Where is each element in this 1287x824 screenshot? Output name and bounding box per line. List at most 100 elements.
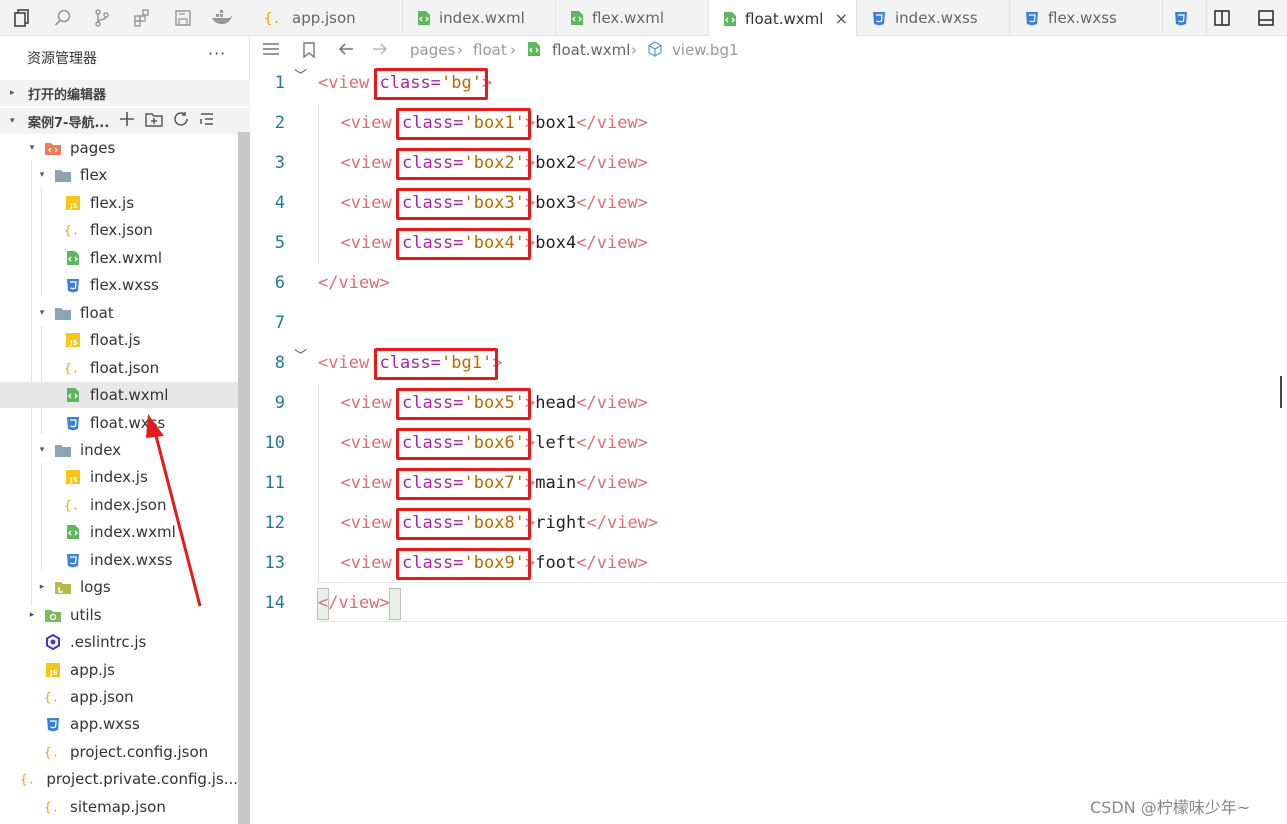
code-line[interactable]: 1 ﹀ <view class='bg' > xyxy=(251,64,1287,104)
tree-item[interactable]: {..} float.json xyxy=(0,355,238,381)
code-token-txt: box1 xyxy=(535,113,577,133)
svg-text:{..}: {..} xyxy=(64,223,82,238)
breadcrumb-item-float[interactable]: float xyxy=(473,41,507,59)
code-token-tag: <view xyxy=(318,353,370,373)
tree-item-label: logs xyxy=(80,578,111,597)
tree-item[interactable]: {..} sitemap.json xyxy=(0,794,238,820)
explorer-title: 资源管理器 xyxy=(27,51,97,67)
code-line[interactable]: 6 </view> xyxy=(251,264,1287,304)
back-arrow-icon[interactable] xyxy=(337,41,355,57)
json-icon: {..} xyxy=(264,10,284,26)
project-section[interactable]: ▾ 案例7-导航... xyxy=(0,108,250,134)
tab-overflow[interactable] xyxy=(1163,0,1207,36)
open-editors-section[interactable]: ▸ 打开的编辑器 xyxy=(0,80,250,106)
tree-scrollbar[interactable] xyxy=(238,132,250,824)
svg-text:{..}: {..} xyxy=(44,690,62,705)
line-number: 5 xyxy=(274,233,285,253)
line-number: 2 xyxy=(274,113,285,133)
code-token-tag: </view> xyxy=(576,153,648,173)
chevron-down-icon: ▾ xyxy=(39,170,45,181)
code-line[interactable]: 5 <view class='box4' > box4 </view> xyxy=(251,224,1287,264)
tree-item[interactable]: {..} flex.json xyxy=(0,217,238,243)
extensions-icon[interactable] xyxy=(128,4,156,32)
code-line[interactable]: 4 <view class='box3' > box3 </view> xyxy=(251,184,1287,224)
tree-item[interactable]: float.wxml xyxy=(0,382,238,409)
close-tab-icon[interactable]: × xyxy=(835,9,848,28)
code-line[interactable]: 3 <view class='box2' > box2 </view> xyxy=(251,144,1287,184)
code-line[interactable]: 8 ﹀ <view class='bg1' > xyxy=(251,344,1287,384)
new-folder-icon[interactable] xyxy=(144,110,164,132)
new-file-icon[interactable] xyxy=(118,110,136,132)
explorer-icon[interactable] xyxy=(8,4,36,32)
collapse-all-icon[interactable] xyxy=(198,110,216,132)
tree-item[interactable]: JS float.js xyxy=(0,327,238,353)
code-token-tag: </view> xyxy=(576,473,648,493)
fold-chevron-icon[interactable]: ﹀ xyxy=(294,65,307,84)
breadcrumb-item-file[interactable]: float.wxml xyxy=(552,41,630,59)
refresh-icon[interactable] xyxy=(172,110,190,132)
code-line[interactable]: 9 <view class='box5' > head </view> xyxy=(251,384,1287,424)
tree-item[interactable]: JS app.js xyxy=(0,657,238,683)
code-line[interactable]: 10 <view class='box6' > left </view> xyxy=(251,424,1287,464)
tab-app-json[interactable]: {..} app.json xyxy=(250,0,403,36)
code-token-tag: <view xyxy=(340,113,392,133)
tree-item[interactable]: .eslintrc.js xyxy=(0,629,238,655)
tab-index-wxss[interactable]: index.wxss xyxy=(857,0,1010,36)
more-actions-icon[interactable]: ··· xyxy=(208,44,226,63)
tree-item[interactable]: JS flex.js xyxy=(0,190,238,216)
json-icon: {..} xyxy=(64,221,82,239)
tree-item[interactable]: flex.wxml xyxy=(0,245,238,271)
code-line[interactable]: 12 <view class='box8' > right </view> xyxy=(251,504,1287,544)
tree-item[interactable]: ▾ flex xyxy=(0,162,238,188)
wxss-icon xyxy=(64,551,82,569)
split-editor-icon[interactable] xyxy=(1208,4,1236,32)
tab-index-wxml[interactable]: index.wxml xyxy=(403,0,556,36)
breadcrumb-item-symbol[interactable]: view.bg1 xyxy=(672,41,739,59)
code-line[interactable]: 11 <view class='box7' > main </view> xyxy=(251,464,1287,504)
js-icon: JS xyxy=(64,194,82,212)
code-line[interactable]: 7 xyxy=(251,304,1287,344)
code-line[interactable]: 14 </view> xyxy=(251,584,1287,624)
layout-icon[interactable] xyxy=(1252,4,1280,32)
code-token-tag: </view> xyxy=(586,513,659,533)
annotation-highlight-box xyxy=(396,108,531,140)
breadcrumb-item-pages[interactable]: pages xyxy=(410,41,455,59)
search-icon[interactable] xyxy=(49,4,77,32)
svg-text:{..}: {..} xyxy=(64,360,82,375)
tree-item[interactable]: {..} project.private.config.js... xyxy=(0,766,238,792)
code-line[interactable]: 2 <view class='box1' > box1 </view> xyxy=(251,104,1287,144)
code-token-tag: </view> xyxy=(576,433,648,453)
tab-float-wxml[interactable]: float.wxml × xyxy=(709,0,857,37)
tree-item[interactable]: app.wxss xyxy=(0,711,238,737)
tree-item[interactable]: ▾ pages xyxy=(0,135,238,161)
tab-flex-wxss[interactable]: flex.wxss xyxy=(1010,0,1163,36)
tree-item[interactable]: {..} project.config.json xyxy=(0,739,238,765)
docker-icon[interactable] xyxy=(208,4,236,32)
editor-scroll-indicator[interactable] xyxy=(1280,376,1287,408)
code-token-tag: <view xyxy=(340,513,392,533)
json-icon: {..} xyxy=(44,798,62,816)
tab-flex-wxml[interactable]: flex.wxml xyxy=(556,0,709,36)
line-number: 8 xyxy=(274,353,285,373)
tree-item-label: flex.wxml xyxy=(90,248,162,267)
svg-text:{..}: {..} xyxy=(264,11,284,26)
save-icon[interactable] xyxy=(169,4,197,32)
fold-chevron-icon[interactable]: ﹀ xyxy=(294,345,307,364)
source-control-icon[interactable] xyxy=(88,4,116,32)
tree-item[interactable]: {..} app.json xyxy=(0,684,238,710)
wxml-icon xyxy=(570,10,584,26)
list-icon[interactable] xyxy=(261,41,281,57)
bookmark-icon[interactable] xyxy=(301,41,317,59)
tree-item[interactable]: flex.wxss xyxy=(0,272,238,298)
code-line[interactable]: 13 <view class='box9' > foot </view> xyxy=(251,544,1287,584)
watermark: CSDN @柠檬味少年~ xyxy=(1090,798,1251,817)
wxml-icon xyxy=(64,523,82,541)
code-editor[interactable]: pages › float › float.wxml › view.bg1 1 ﹀… xyxy=(251,36,1287,824)
tree-item-label: pages xyxy=(70,139,116,157)
breadcrumb-separator: › xyxy=(510,41,516,59)
tree-item-label: project.config.json xyxy=(70,742,209,761)
tree-item[interactable]: ▾ float xyxy=(0,300,238,326)
forward-arrow-icon[interactable] xyxy=(371,41,389,57)
svg-text:{..}: {..} xyxy=(44,799,62,814)
code-token-tag: <view xyxy=(340,553,392,573)
